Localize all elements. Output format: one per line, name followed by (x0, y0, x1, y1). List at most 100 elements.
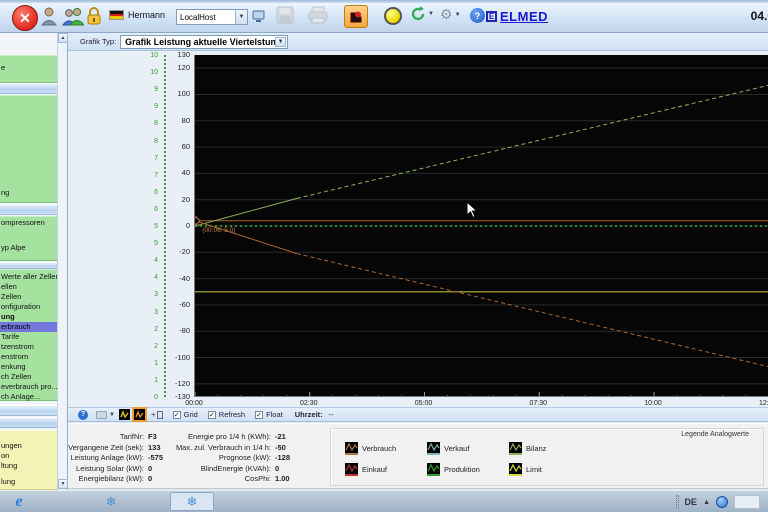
y2-tick-label: 6 (154, 188, 158, 196)
sidebar-section-header[interactable] (0, 405, 57, 416)
sidebar-item[interactable]: ch Zellen (1, 372, 57, 382)
plot-area[interactable] (191, 55, 768, 397)
y-tick-label: 60 (181, 142, 190, 152)
sidebar-section-header[interactable] (0, 204, 57, 215)
y2-tick-label: 7 (154, 171, 158, 179)
tray-expand-icon[interactable]: ▲ (703, 499, 710, 506)
chart-type-label: Grafik Typ: (80, 37, 117, 46)
y-tick-label: 20 (181, 194, 190, 204)
y2-tick-label: 9 (154, 103, 158, 111)
y2-tick-label: 1 (154, 359, 158, 367)
stat-value: -50 (275, 442, 286, 452)
scroll-up-icon[interactable]: ▲ (58, 33, 68, 43)
checkbox-float[interactable]: ✓ Float (255, 410, 283, 419)
checkbox-box[interactable]: ✓ (172, 410, 181, 419)
sidebar-item[interactable]: yp Alpe (1, 243, 57, 253)
chevron-down-icon[interactable]: ▼ (275, 36, 287, 47)
stat-value: 1.00 (275, 474, 290, 484)
sidebar-section (0, 95, 57, 203)
network-globe-icon[interactable] (716, 496, 728, 508)
chart-toolbar-checkboxes: ✓ Grid ✓ Refresh ✓ Float (163, 410, 283, 419)
checkbox-grid[interactable]: ✓ Grid (172, 410, 198, 419)
sidebar-item[interactable]: ch Anlage... (1, 392, 57, 402)
sidebar-item[interactable]: erbrauch (0, 322, 57, 332)
sidebar-item[interactable]: enstrom (1, 352, 57, 362)
y2-tick-label: 2 (154, 342, 158, 350)
save-icon[interactable] (276, 6, 294, 24)
sidebar-item[interactable]: ng (1, 188, 57, 198)
stat-label: Energie pro 1/4 h (KWh): (188, 432, 271, 441)
y2-tick-label: 5 (154, 223, 158, 230)
legend-title: Legende Analogwerte (681, 431, 749, 438)
sidebar-scrollbar[interactable]: ▲ ▼ (57, 33, 68, 490)
stat-label: Leistung Anlage (kW): (70, 453, 144, 463)
chart-type-select[interactable]: Grafik Leistung aktuelle Viertelstunde ▼ (120, 34, 289, 49)
sidebar-item[interactable]: e (1, 63, 57, 73)
zoom-mode-icon[interactable] (118, 409, 130, 420)
y-tick-label: -20 (179, 247, 190, 257)
user-name-label: Hermann (128, 10, 166, 20)
language-indicator[interactable]: DE (685, 497, 698, 507)
y-tick-label: 130 (177, 50, 190, 59)
sidebar-item[interactable]: Werte aller Zellen (1, 272, 57, 282)
sidebar-section-header[interactable] (0, 83, 57, 94)
help-icon[interactable]: ? (470, 8, 485, 23)
refresh-icon[interactable]: ▼ (410, 6, 434, 22)
x-tick-label: 07:30 (529, 400, 548, 407)
sidebar-item[interactable]: ung (1, 312, 57, 322)
plot-svg (191, 67, 768, 397)
zoom-mode-active-icon[interactable] (131, 407, 147, 422)
lock-icon[interactable] (86, 6, 102, 26)
browser-icon[interactable]: e (8, 493, 30, 511)
legend-item: Limit (509, 463, 542, 476)
sidebar-item[interactable]: Zellen (1, 292, 57, 302)
network-computer-icon[interactable] (252, 10, 266, 23)
chevron-down-icon[interactable]: ▼ (235, 10, 247, 24)
users-icon[interactable] (62, 6, 84, 26)
sidebar-section-header[interactable] (0, 262, 57, 269)
sidebar-item[interactable]: ompressoren (1, 218, 57, 228)
alarm-log-button[interactable] (344, 5, 368, 28)
sidebar-item[interactable]: Tarife (1, 332, 57, 342)
exit-button[interactable]: ✕ (12, 5, 38, 31)
sidebar-item[interactable]: enkung (1, 362, 57, 372)
legend-item: Einkauf (345, 463, 387, 476)
checkbox-refresh[interactable]: ✓ Refresh (207, 410, 245, 419)
chevron-down-icon[interactable]: ▼ (428, 11, 434, 17)
chart-print-icon[interactable]: ▼ (96, 410, 115, 419)
y2-tick-label: 5 (154, 240, 158, 248)
sidebar-item[interactable]: tzenstrom (1, 342, 57, 352)
checkbox-box[interactable]: ✓ (255, 410, 264, 419)
snowflake-app-icon: ❄ (186, 493, 198, 509)
language-flag-icon (109, 10, 124, 20)
sidebar-section-header[interactable] (0, 417, 57, 428)
host-combobox[interactable]: LocalHost ▼ (176, 9, 248, 25)
legend-label: Bilanz (526, 444, 547, 453)
stat-label: CosPhi: (244, 474, 271, 484)
chart-type-bar: Grafik Typ: Grafik Leistung aktuelle Vie… (68, 33, 768, 51)
user-icon[interactable] (40, 6, 58, 26)
settings-gear-icon[interactable]: ⚙ ▼ (440, 6, 461, 23)
stats-panel: TarifNr: F3 Vergangene Zeit (sek): 133 Leist… (68, 423, 768, 489)
chart-type-value: Grafik Leistung aktuelle Viertelstunde (125, 36, 287, 47)
y2-tick-label: 2 (154, 325, 158, 333)
y2-tick-label: 10 (150, 69, 158, 77)
y2-tick-label: 7 (154, 154, 158, 162)
legend-item: Produktion (427, 463, 480, 476)
legend-series-icon (509, 463, 522, 476)
legend-item: Bilanz (509, 442, 546, 455)
chart-help-icon[interactable]: ? (78, 409, 88, 420)
sidebar-item[interactable]: ellen (1, 282, 57, 292)
chevron-down-icon[interactable]: ▼ (455, 12, 461, 18)
navigation-sidebar: e ng ompressoren yp Alpe Werte aller Zellen e… (0, 33, 68, 490)
main-toolbar: ✕ Hermann LocalHost ▼ ▼ ⚙ ▼ ? E ELMED 04… (0, 0, 768, 33)
print-icon[interactable] (308, 6, 328, 24)
sidebar-item[interactable]: onfiguration (1, 302, 57, 312)
snowflake-app-icon[interactable]: ❄ (100, 493, 122, 511)
legend-series-icon (509, 442, 522, 455)
active-app-taskbar-button[interactable]: ❄ (170, 492, 214, 511)
expand-icon[interactable]: + (151, 410, 163, 419)
sidebar-item[interactable]: everbrauch pro... (1, 382, 57, 392)
x-tick-label: 05:00 (414, 400, 433, 407)
checkbox-box[interactable]: ✓ (207, 410, 216, 419)
